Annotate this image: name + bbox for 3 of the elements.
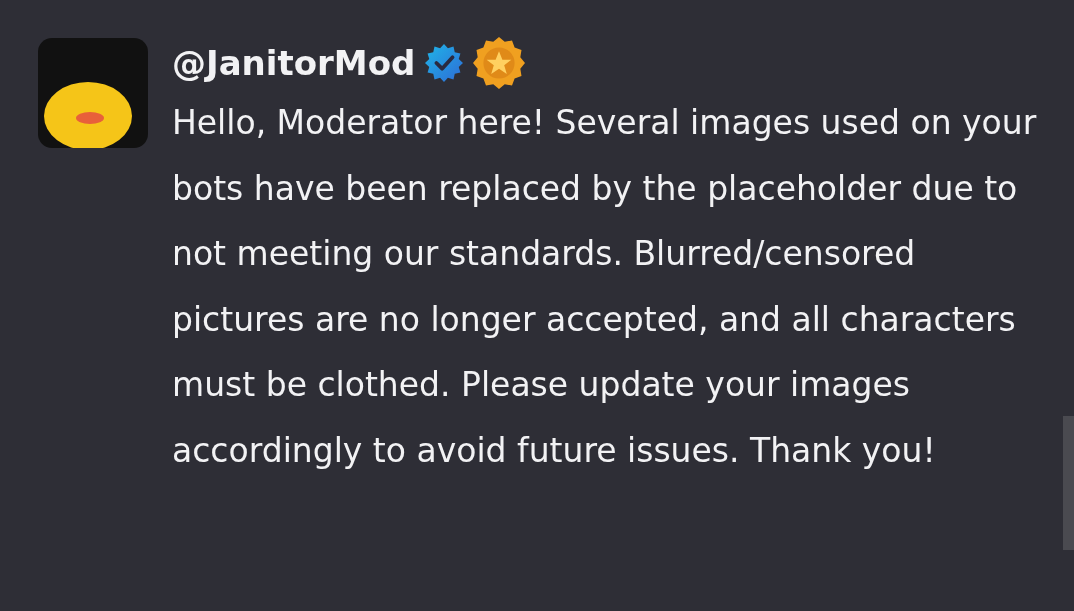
message-text: Hello, Moderator here! Several images used on your bots have been replaced by the placeholder due to not meeting our standards. Blurred/censored pictures are no longer accepted, and all characters must be clothed. Please update your images accordingly to avoid future issues. Thank you! xyxy=(172,102,1038,472)
username[interactable]: @JanitorMod xyxy=(172,43,416,83)
scrollbar-thumb[interactable] xyxy=(1063,416,1074,550)
